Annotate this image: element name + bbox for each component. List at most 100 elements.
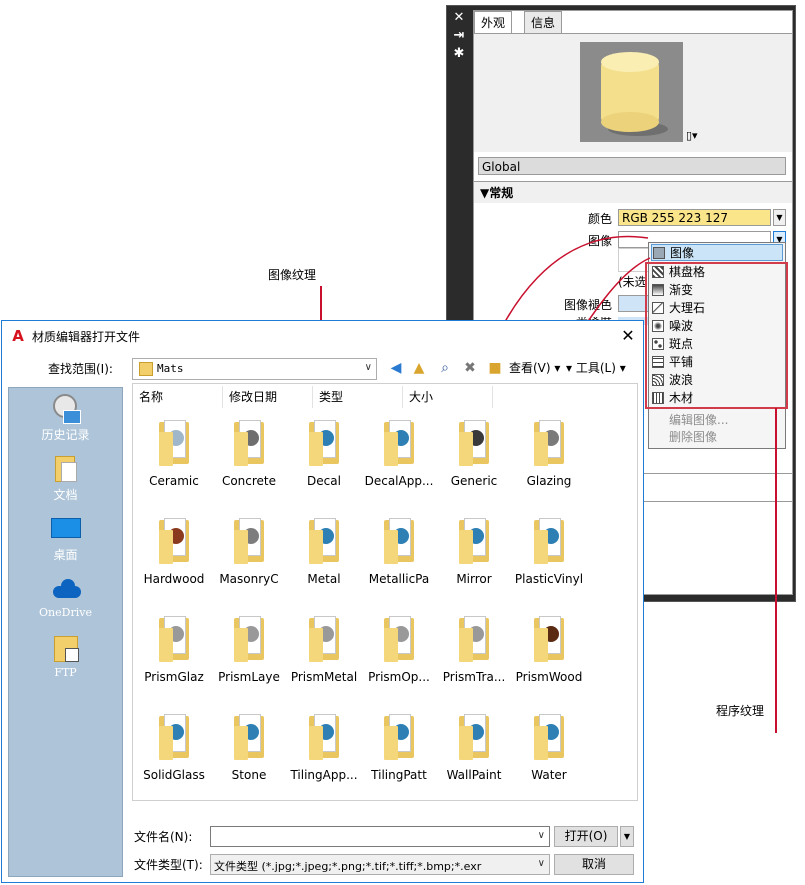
history-icon: [51, 394, 81, 424]
file-name: PrismTra...: [442, 670, 506, 684]
file-item[interactable]: PrismMetal: [287, 614, 361, 684]
cancel-button[interactable]: 取消: [554, 854, 634, 875]
view-menu[interactable]: 查看(V) ▾: [509, 359, 560, 377]
folder-icon: [230, 712, 268, 760]
column-header-date[interactable]: 修改日期: [223, 386, 313, 408]
dialog-title: 材质编辑器打开文件: [32, 330, 141, 344]
open-button[interactable]: 打开(O): [554, 826, 618, 847]
file-name: Generic: [450, 474, 498, 488]
place-ftp[interactable]: FTP: [9, 634, 122, 679]
folder-icon: [230, 418, 268, 466]
file-name: PrismOp...: [368, 670, 430, 684]
column-header-size[interactable]: 大小: [403, 386, 493, 408]
folder-icon: [139, 362, 153, 376]
folder-icon: [155, 418, 193, 466]
file-name: PrismWood: [515, 670, 583, 684]
up-folder-icon[interactable]: ▲: [410, 359, 428, 377]
lookin-label: 查找范围(I):: [48, 362, 113, 376]
folder-icon: [530, 614, 568, 662]
place-history[interactable]: 历史记录: [9, 394, 122, 443]
file-list: 名称 修改日期 类型 大小 Ceramic Concrete Decal DecalA…: [132, 383, 638, 801]
filetype-combo[interactable]: 文件类型 (*.jpg;*.jpeg;*.png;*.tif;*.tiff;*.…: [210, 854, 550, 875]
file-open-dialog: A 材质编辑器打开文件 ✕ 查找范围(I): Mats ∨ ◀ ▲ ⌕ ✖ ■ …: [1, 320, 644, 883]
file-name: Hardwood: [143, 572, 205, 586]
chevron-down-icon: ∨: [364, 362, 372, 373]
file-item[interactable]: PrismLaye: [212, 614, 286, 684]
file-item[interactable]: Generic: [437, 418, 511, 488]
ftp-folder-icon: [51, 634, 81, 664]
folder-icon: [230, 614, 268, 662]
folder-icon: [155, 712, 193, 760]
file-item[interactable]: Metal: [287, 516, 361, 586]
file-name: Stone: [231, 768, 267, 782]
chevron-down-icon[interactable]: ∨: [538, 830, 545, 841]
file-item[interactable]: TilingPatt: [362, 712, 436, 782]
file-name: Mirror: [456, 572, 492, 586]
folder-icon: [305, 418, 343, 466]
file-name: Decal: [307, 474, 341, 488]
file-item[interactable]: DecalApp...: [362, 418, 436, 488]
file-name: MetallicPa: [368, 572, 430, 586]
autocad-logo-icon: A: [12, 327, 24, 345]
dialog-title-bar: A 材质编辑器打开文件 ✕: [2, 321, 643, 351]
file-item[interactable]: MasonryC: [212, 516, 286, 586]
open-dropdown-button[interactable]: ▼: [620, 826, 634, 847]
place-documents[interactable]: 文档: [9, 454, 122, 503]
folder-icon: [530, 418, 568, 466]
file-item[interactable]: PrismOp...: [362, 614, 436, 684]
lookin-value: Mats: [157, 362, 184, 375]
file-item[interactable]: Concrete: [212, 418, 286, 488]
file-name: PlasticVinyl: [514, 572, 584, 586]
folder-icon: [455, 712, 493, 760]
file-name: SolidGlass: [143, 768, 205, 782]
place-desktop[interactable]: 桌面: [9, 514, 122, 563]
new-folder-icon[interactable]: ■: [486, 359, 504, 377]
filetype-value: 文件类型 (*.jpg;*.jpeg;*.png;*.tif;*.tiff;*.…: [214, 860, 482, 873]
file-item[interactable]: Water: [512, 712, 586, 782]
column-header-type[interactable]: 类型: [313, 386, 403, 408]
column-header-name[interactable]: 名称: [133, 386, 223, 408]
file-name: PrismMetal: [290, 670, 358, 684]
search-web-icon[interactable]: ⌕: [436, 359, 454, 377]
file-item[interactable]: WallPaint: [437, 712, 511, 782]
file-name: Concrete: [221, 474, 277, 488]
file-item[interactable]: MetallicPa: [362, 516, 436, 586]
file-item[interactable]: TilingApp...: [287, 712, 361, 782]
delete-icon[interactable]: ✖: [461, 359, 479, 377]
file-name: TilingApp...: [290, 768, 358, 782]
file-item[interactable]: PlasticVinyl: [512, 516, 586, 586]
chevron-down-icon: ∨: [537, 858, 545, 869]
file-item[interactable]: Stone: [212, 712, 286, 782]
folder-icon: [230, 516, 268, 564]
file-item[interactable]: PrismWood: [512, 614, 586, 684]
file-name: TilingPatt: [371, 768, 427, 782]
filename-label: 文件名(N):: [134, 830, 193, 844]
file-item[interactable]: SolidGlass: [137, 712, 211, 782]
folder-icon: [380, 712, 418, 760]
file-item[interactable]: Mirror: [437, 516, 511, 586]
file-name: PrismGlaz: [144, 670, 204, 684]
lookin-combo[interactable]: Mats ∨: [132, 358, 377, 380]
cloud-icon: [51, 574, 81, 604]
file-name: Glazing: [526, 474, 572, 488]
file-name: PrismLaye: [218, 670, 280, 684]
file-item[interactable]: Ceramic: [137, 418, 211, 488]
file-name: WallPaint: [446, 768, 502, 782]
folder-icon: [530, 712, 568, 760]
tools-menu[interactable]: ▾ 工具(L) ▾: [566, 359, 626, 377]
folder-icon: [305, 614, 343, 662]
folder-icon: [380, 516, 418, 564]
file-item[interactable]: PrismTra...: [437, 614, 511, 684]
desktop-icon: [50, 514, 81, 544]
file-item[interactable]: Glazing: [512, 418, 586, 488]
place-onedrive[interactable]: OneDrive: [9, 574, 122, 619]
back-icon[interactable]: ◀: [387, 359, 405, 377]
file-item[interactable]: Decal: [287, 418, 361, 488]
filename-input[interactable]: ∨: [210, 826, 550, 847]
folder-icon: [455, 614, 493, 662]
folder-icon: [305, 516, 343, 564]
file-item[interactable]: Hardwood: [137, 516, 211, 586]
places-bar: 历史记录 文档 桌面 OneDrive FTP: [8, 387, 123, 877]
file-item[interactable]: PrismGlaz: [137, 614, 211, 684]
close-button[interactable]: ✕: [617, 325, 639, 347]
